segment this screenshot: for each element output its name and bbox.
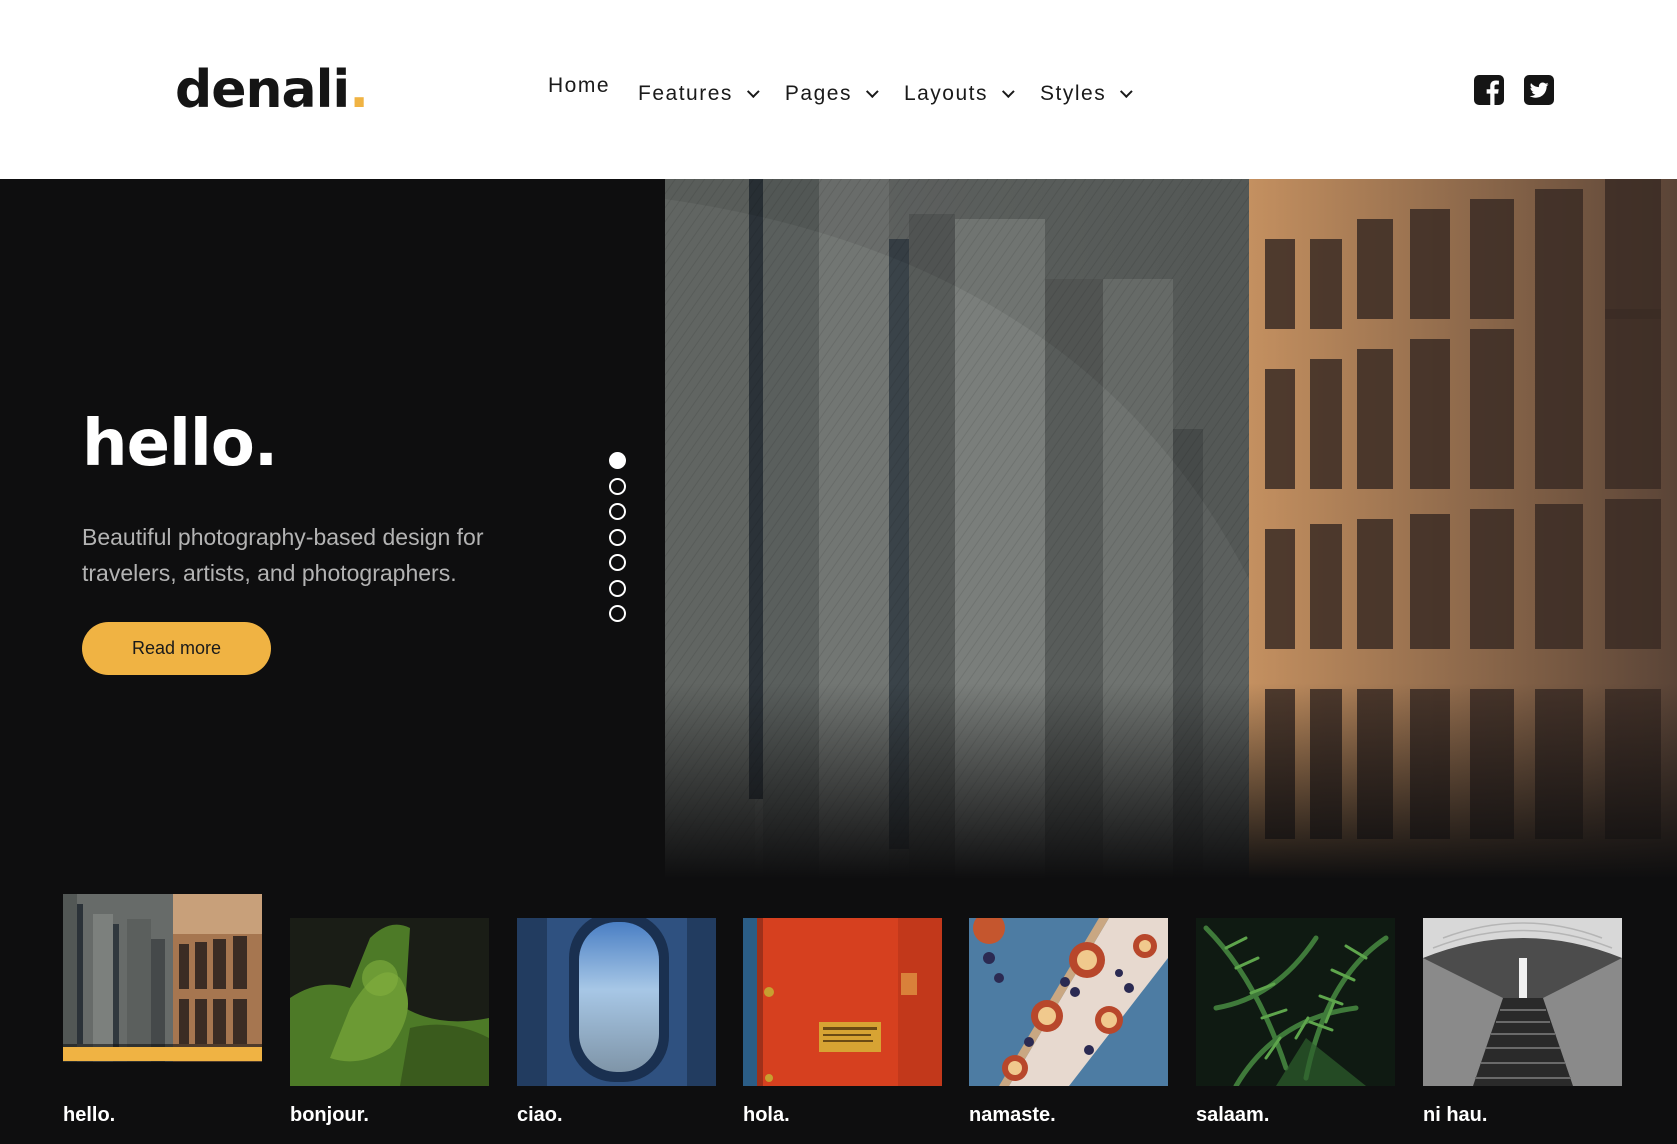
chevron-down-icon [746,84,760,98]
nav-features-label: Features [638,82,733,105]
slide-dot-4[interactable] [609,528,626,546]
main-nav: Home Home Features Pages Layouts Styles [548,72,1158,116]
thumbnail-image [743,918,942,1086]
slide-dot-7[interactable] [609,605,626,622]
nav-layouts-label: Layouts [903,82,989,105]
thumbnail-label: namaste. [969,1104,1056,1126]
nav-pages-label: Pages [784,82,852,105]
nav-home[interactable]: Home Home [548,74,611,112]
hero-title: hello. [82,407,278,481]
twitter-icon[interactable] [1524,75,1554,105]
thumbnail-image [969,918,1168,1086]
slide-pagination [609,452,627,631]
thumbnail-label: salaam. [1196,1104,1270,1126]
thumbnail-label: hola. [743,1104,790,1126]
chevron-down-icon [1120,84,1133,98]
logo[interactable]: denali. [175,58,369,122]
slide-dot-6[interactable] [609,579,626,597]
thumbnail-image [290,918,489,1086]
nav-features[interactable]: Features [638,82,760,106]
chevron-down-icon [1001,84,1015,98]
chevron-down-icon [865,84,879,98]
thumbnail-image [517,918,716,1086]
facebook-icon[interactable] [1474,75,1504,105]
slide-dot-3[interactable] [609,503,626,520]
hero-slider: hello. Beautiful photography-based desig… [0,179,1677,879]
thumbnail-label: ni hau. [1423,1104,1488,1126]
read-more-button[interactable]: Read more [82,622,271,675]
site-header: denali. Home Home Features Pages Layouts… [0,0,1677,179]
thumbnail-image [1423,918,1622,1086]
nav-styles-label: Styles [1040,82,1107,105]
thumbnail-image [63,894,262,1062]
nav-styles[interactable]: Styles [1040,82,1133,106]
logo-dot: . [349,60,369,120]
nav-pages[interactable]: Pages [784,82,879,106]
thumbnail-label: bonjour. [290,1104,369,1126]
active-thumbnail-indicator [63,1047,262,1061]
nav-layouts[interactable]: Layouts [903,82,1015,106]
logo-text: denali [175,60,350,120]
hero-subtitle: Beautiful photography-based design for t… [82,524,484,586]
thumbnail-image [1196,918,1395,1086]
slide-dot-1[interactable] [609,452,626,469]
thumbnail-strip: hello. bonjour. ciao. hola. namaste. sal… [0,879,1677,1144]
thumbnail-label: ciao. [517,1104,563,1126]
hero-image [665,179,1677,879]
slide-dot-2[interactable] [609,477,626,495]
slide-dot-5[interactable] [609,554,626,571]
thumbnail-label: hello. [63,1104,116,1126]
nav-home-label: Home [548,74,611,97]
